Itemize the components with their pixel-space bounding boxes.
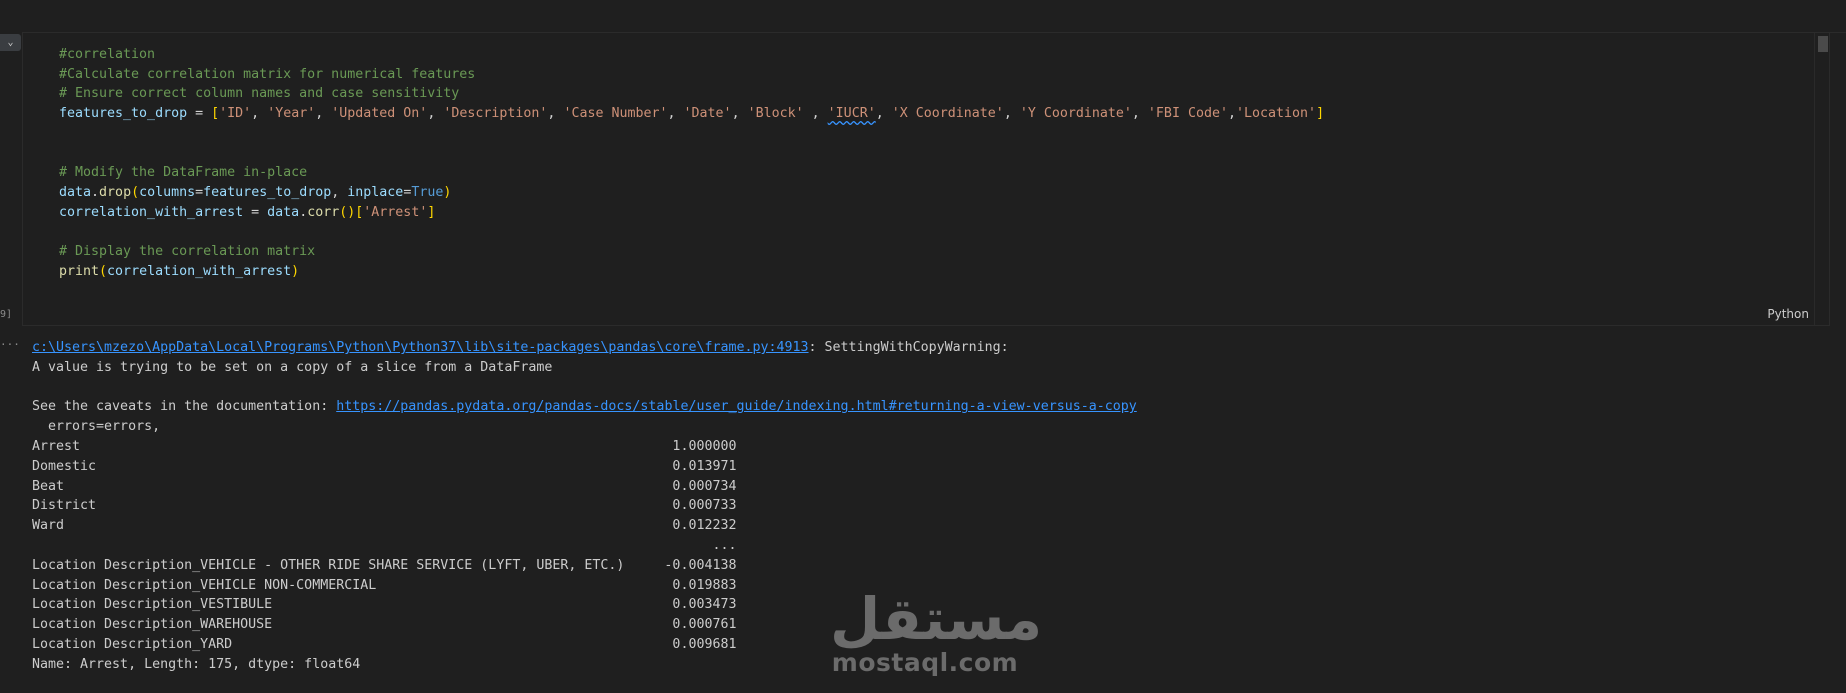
- feature-string: 'X Coordinate': [891, 106, 1004, 122]
- output-menu-icon[interactable]: ···: [0, 338, 20, 351]
- series-row: District 0.000733: [32, 498, 736, 513]
- series-row: Location Description_VEHICLE - OTHER RID…: [32, 558, 736, 573]
- code-comment: # Ensure correct column names and case s…: [59, 86, 460, 102]
- series-row-value: 0.000734: [656, 478, 737, 494]
- series-row-label: Location Description_VEHICLE - OTHER RID…: [32, 557, 657, 573]
- code-variable: data: [59, 184, 92, 200]
- series-row: Domestic 0.013971: [32, 459, 736, 474]
- feature-string: 'Updated On': [331, 106, 428, 122]
- code-string: 'Arrest': [363, 204, 428, 220]
- code-variable: correlation_with_arrest: [107, 263, 292, 279]
- scrollbar-thumb[interactable]: [1818, 36, 1828, 52]
- feature-string: 'Y Coordinate': [1019, 106, 1132, 122]
- feature-string-spellcheck: 'IUCR': [827, 106, 876, 122]
- series-row-label: Beat: [32, 478, 657, 494]
- series-row: Ward 0.012232: [32, 518, 736, 533]
- code-function: corr: [307, 204, 340, 220]
- watermark-latin-text: mostaql.com: [831, 648, 1019, 677]
- code-cell-editor[interactable]: #correlation #Calculate correlation matr…: [22, 32, 1830, 326]
- series-row: ...: [32, 538, 736, 553]
- series-row-label: Location Description_VESTIBULE: [32, 597, 657, 613]
- series-row-label: Arrest: [32, 438, 657, 454]
- series-row-label: [32, 538, 656, 553]
- series-row: Location Description_VESTIBULE 0.003473: [32, 597, 736, 612]
- series-row-label: Domestic: [32, 458, 657, 474]
- caveats-text: See the caveats in the documentation:: [32, 399, 337, 415]
- feature-string: 'FBI Code': [1147, 106, 1228, 122]
- docs-link[interactable]: https://pandas.pydata.org/pandas-docs/st…: [336, 399, 1137, 414]
- code-keyword-arg: columns: [139, 184, 196, 200]
- warning-message: A value is trying to be set on a copy of…: [32, 359, 553, 375]
- feature-string: 'Location': [1236, 106, 1317, 122]
- feature-string: 'Block': [747, 106, 804, 122]
- warning-file-link[interactable]: c:\Users\mzezo\AppData\Local\Programs\Py…: [32, 340, 809, 355]
- feature-string: 'ID': [219, 106, 252, 122]
- code-constant: True: [411, 184, 444, 200]
- series-row-value: 0.013971: [656, 458, 737, 474]
- code-content[interactable]: #correlation #Calculate correlation matr…: [59, 45, 1324, 281]
- series-row-value: 0.012232: [656, 518, 737, 534]
- series-row-value: 0.009681: [656, 636, 737, 652]
- series-row-value: -0.004138: [656, 557, 737, 573]
- code-variable: features_to_drop: [203, 184, 332, 200]
- code-comment: # Display the correlation matrix: [59, 244, 316, 260]
- code-comment: #Calculate correlation matrix for numeri…: [59, 66, 476, 82]
- code-comment: # Modify the DataFrame in-place: [59, 165, 308, 181]
- series-row-label: Ward: [32, 518, 657, 534]
- series-row-value: 0.000733: [656, 498, 737, 514]
- series-row: Location Description_YARD 0.009681: [32, 637, 736, 652]
- series-row: Location Description_VEHICLE NON-COMMERC…: [32, 578, 736, 593]
- series-row-label: District: [32, 498, 657, 514]
- chevron-down-icon: ⌄: [7, 37, 14, 48]
- series-row-value: 0.019883: [656, 577, 737, 593]
- code-function: drop: [99, 184, 132, 200]
- watermark-arabic-text: مستقل: [830, 585, 1043, 653]
- execution-count: 9]: [0, 309, 13, 320]
- mostaql-watermark: مستقل mostaql.com: [830, 585, 1043, 677]
- cell-language-label[interactable]: Python: [1767, 307, 1809, 321]
- feature-string: 'Case Number': [563, 106, 668, 122]
- series-row: Location Description_WAREHOUSE 0.000761: [32, 617, 736, 632]
- code-variable: correlation_with_arrest: [59, 204, 244, 220]
- warning-type: : SettingWithCopyWarning:: [808, 340, 1009, 355]
- code-comment: #correlation: [59, 47, 156, 62]
- code-variable: data: [267, 204, 300, 220]
- series-row-label: Location Description_YARD: [32, 636, 657, 652]
- series-row-value: 1.000000: [656, 438, 737, 454]
- code-keyword-arg: inplace: [347, 184, 404, 200]
- series-row-value: 0.000761: [656, 617, 737, 633]
- editor-scrollbar[interactable]: [1814, 33, 1829, 325]
- series-row-value: 0.003473: [656, 597, 737, 613]
- series-row-label: Location Description_WAREHOUSE: [32, 617, 657, 633]
- feature-string: 'Description': [443, 106, 548, 122]
- series-row-value: ...: [656, 537, 737, 553]
- feature-string: 'Year': [267, 106, 316, 122]
- errors-line: errors=errors,: [32, 419, 161, 435]
- code-variable: features_to_drop: [59, 106, 188, 122]
- series-row-label: Location Description_VEHICLE NON-COMMERC…: [32, 577, 657, 593]
- series-row: Arrest 1.000000: [32, 439, 736, 454]
- feature-string: 'Date': [683, 106, 732, 122]
- series-row: Beat 0.000734: [32, 479, 736, 494]
- cell-collapse-button[interactable]: ⌄: [0, 34, 21, 51]
- series-footer: Name: Arrest, Length: 175, dtype: float6…: [32, 656, 361, 672]
- code-function: print: [59, 263, 100, 279]
- series-output: Arrest 1.000000 Domestic 0.013971 Beat 0…: [32, 439, 736, 652]
